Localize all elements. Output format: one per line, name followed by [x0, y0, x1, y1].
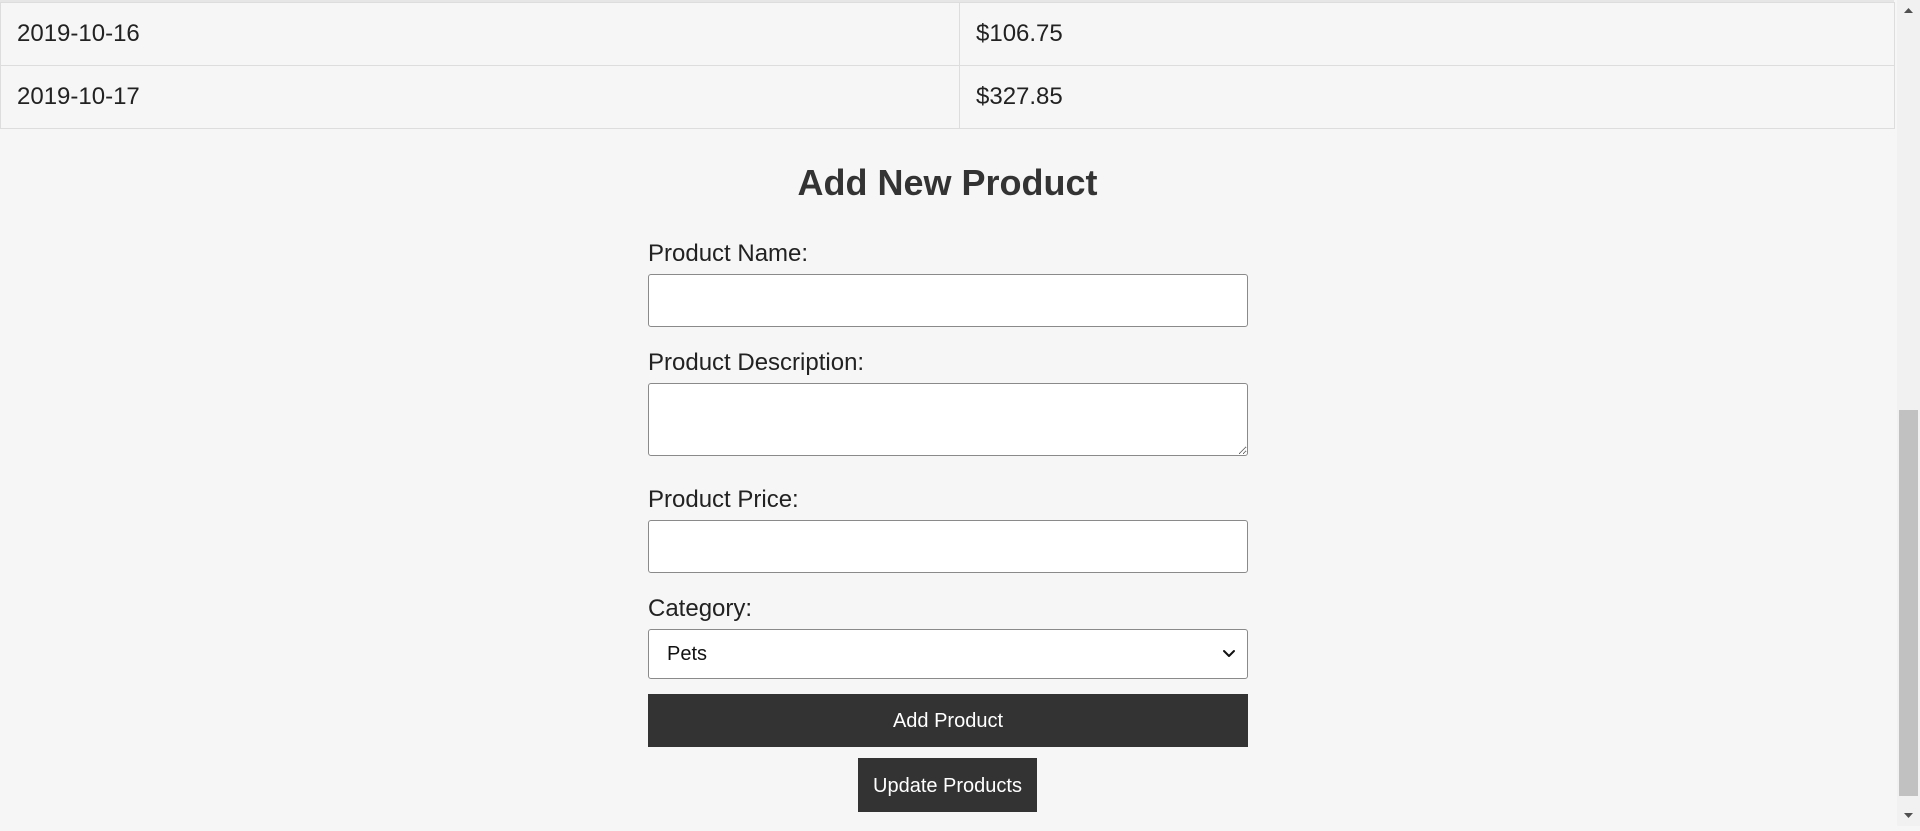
date-cell: 2019-10-17	[0, 65, 960, 129]
table-row: 2019-10-16 $106.75	[0, 2, 1895, 66]
amount-cell: $327.85	[959, 65, 1895, 129]
add-product-form: Product Name: Product Description: Produ…	[648, 240, 1248, 747]
category-label: Category:	[648, 595, 753, 622]
product-price-label: Product Price:	[648, 486, 799, 513]
category-select[interactable]: Pets	[648, 629, 1248, 679]
category-selected-value: Pets	[667, 643, 708, 665]
triangle-up-icon[interactable]	[1897, 0, 1920, 20]
date-cell: 2019-10-16	[0, 2, 960, 66]
table-row: 2019-10-17 $327.85	[0, 65, 1895, 129]
product-price-input[interactable]	[648, 520, 1248, 573]
product-name-label: Product Name:	[648, 240, 809, 267]
product-description-textarea[interactable]	[648, 383, 1248, 456]
form-title: Add New Product	[797, 162, 1098, 203]
add-product-button[interactable]: Add Product	[648, 694, 1248, 747]
chevron-down-icon	[1219, 643, 1239, 663]
amount-cell: $106.75	[959, 2, 1895, 66]
page: 2019-10-16 $106.75 2019-10-17 $327.85 Ad…	[0, 0, 1900, 826]
product-name-input[interactable]	[648, 274, 1248, 327]
triangle-down-icon[interactable]	[1897, 806, 1920, 826]
update-products-button[interactable]: Update Products	[858, 758, 1037, 812]
product-description-label: Product Description:	[648, 349, 865, 376]
vertical-scrollbar[interactable]	[1897, 0, 1920, 826]
scrollbar-thumb[interactable]	[1899, 410, 1918, 796]
sales-table: 2019-10-16 $106.75 2019-10-17 $327.85	[0, 2, 1895, 129]
